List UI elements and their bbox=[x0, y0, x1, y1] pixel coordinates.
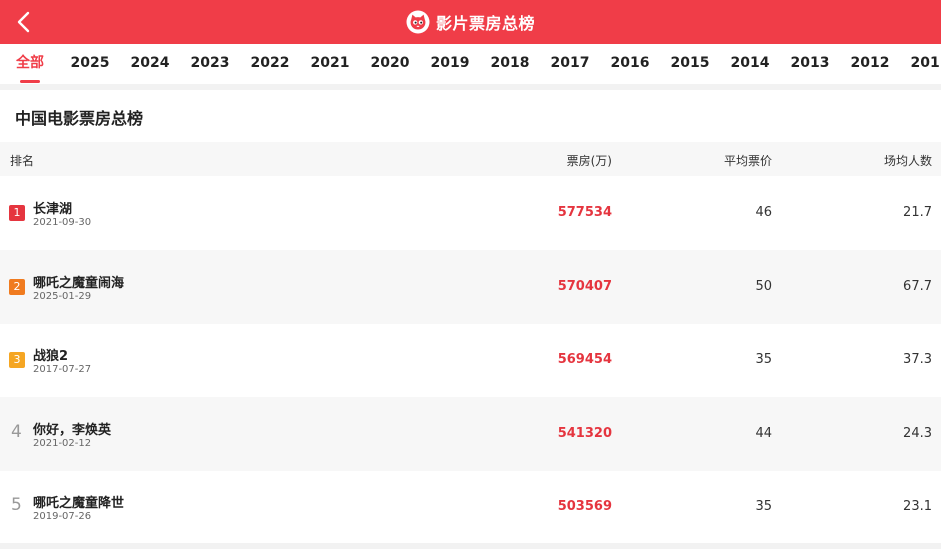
box-office: 569454 bbox=[557, 352, 612, 367]
movie-title: 你好，李焕英 bbox=[33, 423, 112, 438]
tab-2022[interactable]: 2022 bbox=[245, 44, 295, 84]
avg-price: 50 bbox=[755, 279, 772, 294]
movie-title: 战狼2 bbox=[33, 349, 69, 364]
avg-price: 35 bbox=[755, 352, 772, 367]
release-date: 2021-02-12 bbox=[33, 438, 92, 449]
box-office: 503569 bbox=[557, 499, 612, 514]
tab-2019[interactable]: 2019 bbox=[425, 44, 475, 84]
header-box-office: 票房(万) bbox=[566, 154, 612, 168]
page-title: 影片票房总榜 bbox=[435, 14, 535, 33]
tab-2011[interactable]: 2011 bbox=[905, 44, 941, 84]
section-title: 中国电影票房总榜 bbox=[15, 109, 144, 128]
divider bbox=[0, 84, 941, 90]
maoyan-cat-logo-icon bbox=[406, 10, 430, 34]
header-rank: 排名 bbox=[10, 154, 35, 168]
page: 影片票房总榜 全部 2025 2024 2023 2022 2021 2020 2019 201… bbox=[0, 0, 941, 549]
tab-2017[interactable]: 2017 bbox=[545, 44, 595, 84]
table-row[interactable]: 1 长津湖 2021-09-30 577534 46 21.7 bbox=[0, 176, 941, 250]
tab-2024[interactable]: 2024 bbox=[125, 44, 175, 84]
rank-badge: 3 bbox=[9, 352, 25, 368]
table-row[interactable]: 2 哪吒之魔童闹海 2025-01-29 570407 50 67.7 bbox=[0, 250, 941, 324]
rank-badge: 1 bbox=[9, 205, 25, 221]
movie-title: 长津湖 bbox=[33, 202, 73, 217]
chevron-left-icon[interactable] bbox=[10, 8, 38, 36]
avg-price: 44 bbox=[755, 426, 772, 441]
avg-people: 24.3 bbox=[903, 426, 932, 441]
tab-2016[interactable]: 2016 bbox=[605, 44, 655, 84]
table-row[interactable]: 5 哪吒之魔童降世 2019-07-26 503569 35 23.1 bbox=[0, 470, 941, 544]
tab-2025[interactable]: 2025 bbox=[65, 44, 115, 84]
rank-badge: 2 bbox=[9, 279, 25, 295]
avg-people: 23.1 bbox=[903, 499, 932, 514]
header-center: 影片票房总榜 bbox=[0, 0, 941, 44]
box-office: 577534 bbox=[557, 205, 612, 220]
avg-price: 46 bbox=[755, 205, 772, 220]
table-row[interactable]: 3 战狼2 2017-07-27 569454 35 37.3 bbox=[0, 323, 941, 397]
release-date: 2019-07-26 bbox=[33, 511, 92, 522]
avg-people: 67.7 bbox=[903, 279, 932, 294]
header-avg-people: 场均人数 bbox=[883, 154, 932, 168]
release-date: 2025-01-29 bbox=[33, 291, 92, 302]
tab-2018[interactable]: 2018 bbox=[485, 44, 535, 84]
tab-2021[interactable]: 2021 bbox=[305, 44, 355, 84]
tab-2013[interactable]: 2013 bbox=[785, 44, 835, 84]
release-date: 2021-09-30 bbox=[33, 217, 92, 228]
tab-2023[interactable]: 2023 bbox=[185, 44, 235, 84]
movie-title: 哪吒之魔童降世 bbox=[33, 496, 125, 511]
tab-all[interactable]: 全部 bbox=[5, 44, 55, 84]
bottom-divider bbox=[0, 543, 941, 549]
rank-number: 4 bbox=[11, 422, 22, 442]
table-header: 排名 票房(万) 平均票价 场均人数 bbox=[0, 142, 941, 176]
rank-number: 5 bbox=[11, 495, 22, 515]
header-avg-price: 平均票价 bbox=[723, 154, 772, 168]
box-office: 570407 bbox=[557, 279, 612, 294]
year-tabs: 全部 2025 2024 2023 2022 2021 2020 2019 2018 2017 20… bbox=[0, 44, 941, 84]
box-office: 541320 bbox=[557, 426, 612, 441]
tab-2012[interactable]: 2012 bbox=[845, 44, 895, 84]
release-date: 2017-07-27 bbox=[33, 364, 92, 375]
tab-2020[interactable]: 2020 bbox=[365, 44, 415, 84]
avg-people: 21.7 bbox=[903, 205, 932, 220]
avg-people: 37.3 bbox=[903, 352, 932, 367]
top-bar: 影片票房总榜 bbox=[0, 0, 941, 44]
movie-title: 哪吒之魔童闹海 bbox=[33, 276, 125, 291]
tab-2014[interactable]: 2014 bbox=[725, 44, 775, 84]
table-row[interactable]: 4 你好，李焕英 2021-02-12 541320 44 24.3 bbox=[0, 397, 941, 471]
tab-2015[interactable]: 2015 bbox=[665, 44, 715, 84]
avg-price: 35 bbox=[755, 499, 772, 514]
